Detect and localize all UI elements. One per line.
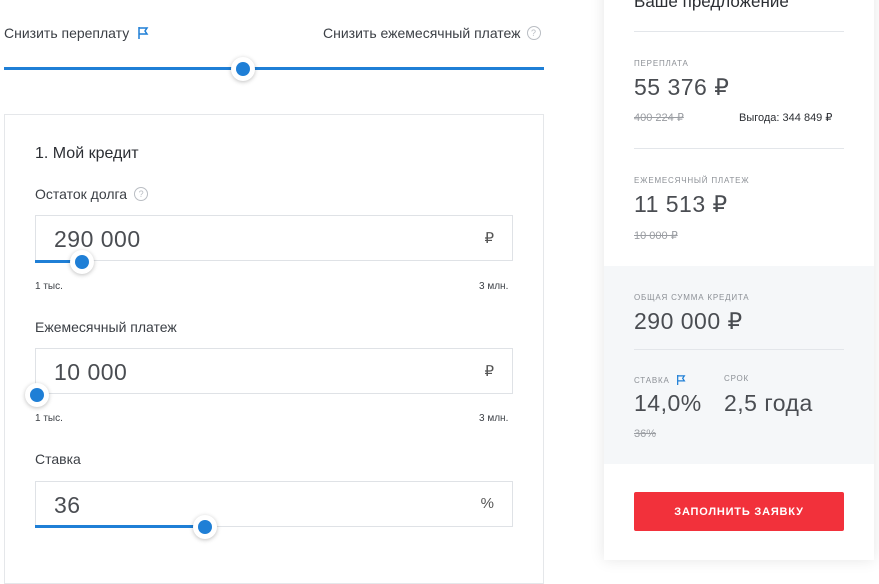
- debt-label-text: Остаток долга: [35, 186, 128, 202]
- help-icon[interactable]: ?: [134, 187, 149, 201]
- rate-offer-value: 14,0%: [634, 390, 702, 416]
- mode-slider-track[interactable]: [4, 67, 544, 70]
- monthly-offer-label: Ежемесячный платеж: [634, 176, 750, 185]
- monthly-label: Ежемесячный платеж: [35, 319, 177, 335]
- monthly-slider-thumb[interactable]: [25, 383, 49, 407]
- flag-icon: [676, 375, 686, 385]
- offer-title: Ваше предложение: [634, 0, 789, 11]
- rate-slider-track[interactable]: [35, 525, 205, 528]
- total-label: Общая сумма кредита: [634, 293, 750, 302]
- debt-value: 290 000: [54, 226, 141, 252]
- monthly-input[interactable]: 10 000 ₽: [35, 348, 513, 394]
- debt-max-label: 3 млн.: [479, 281, 509, 292]
- debt-input[interactable]: 290 000 ₽: [35, 215, 513, 261]
- monthly-unit: ₽: [484, 363, 494, 380]
- overpay-benefit: Выгода: 344 849 ₽: [739, 112, 833, 124]
- monthly-label-text: Ежемесячный платеж: [35, 319, 177, 335]
- rate-offer-label: Ставка: [634, 374, 686, 386]
- mode-option-overpay[interactable]: Снизить переплату: [4, 25, 149, 41]
- rate-input[interactable]: 36 %: [35, 481, 513, 527]
- rate-offer-label-text: Ставка: [634, 375, 670, 385]
- overpay-label: Переплата: [634, 59, 689, 68]
- monthly-offer-old-value: 10 000 ₽: [634, 230, 678, 242]
- debt-label: Остаток долга ?: [35, 186, 149, 202]
- rate-label-text: Ставка: [35, 451, 81, 467]
- monthly-max-label: 3 млн.: [479, 413, 509, 424]
- offer-panel: Ваше предложение Переплата 55 376 ₽ 400 …: [604, 0, 874, 560]
- overpay-value: 55 376 ₽: [634, 74, 730, 100]
- divider: [634, 148, 844, 149]
- divider: [634, 349, 844, 350]
- rate-slider-thumb[interactable]: [193, 515, 217, 539]
- divider: [634, 31, 844, 32]
- credit-card: 1. Мой кредит Остаток долга ? 290 000 ₽ …: [4, 114, 544, 584]
- mode-right-label: Снизить ежемесячный платеж: [323, 25, 521, 41]
- overpay-old-value: 400 224 ₽: [634, 112, 684, 124]
- debt-unit: ₽: [484, 230, 494, 247]
- total-value: 290 000 ₽: [634, 308, 743, 334]
- rate-unit: %: [480, 495, 494, 512]
- card-title: 1. Мой кредит: [35, 145, 139, 162]
- rate-offer-old-value: 36%: [634, 428, 657, 440]
- debt-min-label: 1 тыс.: [35, 281, 63, 292]
- monthly-value: 10 000: [54, 359, 128, 385]
- rate-label: Ставка: [35, 451, 81, 467]
- mode-slider-thumb[interactable]: [231, 57, 255, 81]
- term-value: 2,5 года: [724, 390, 813, 416]
- monthly-min-label: 1 тыс.: [35, 413, 63, 424]
- help-icon[interactable]: ?: [526, 26, 541, 40]
- term-label: Срок: [724, 374, 750, 383]
- apply-button[interactable]: ЗАПОЛНИТЬ ЗАЯВКУ: [634, 492, 844, 531]
- mode-option-monthly[interactable]: Снизить ежемесячный платеж ?: [323, 25, 541, 41]
- debt-slider-thumb[interactable]: [70, 250, 94, 274]
- flag-icon: [138, 27, 149, 39]
- mode-left-label: Снизить переплату: [4, 25, 130, 41]
- rate-value: 36: [54, 492, 81, 518]
- monthly-offer-value: 11 513 ₽: [634, 191, 728, 217]
- offer-summary: Общая сумма кредита 290 000 ₽ Ставка 14,…: [604, 266, 874, 464]
